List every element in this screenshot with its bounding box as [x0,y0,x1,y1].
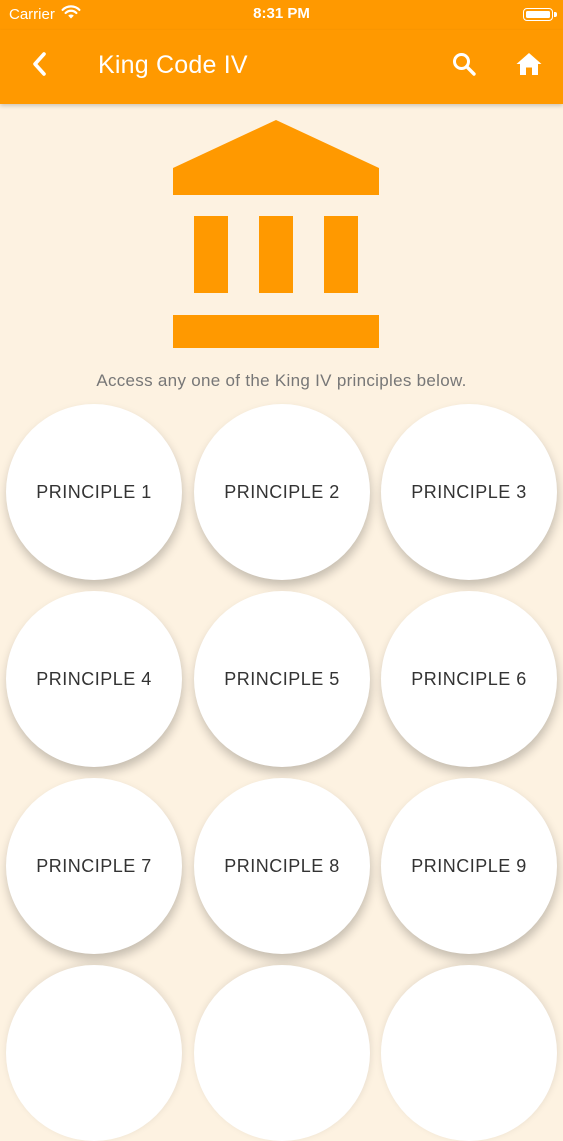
principle-next-row-button[interactable] [381,965,557,1141]
battery-tip [554,12,557,17]
principle-1-button[interactable]: PRINCIPLE 1 [6,404,182,580]
chevron-left-icon [30,51,50,82]
principle-8-button[interactable]: PRINCIPLE 8 [194,778,370,954]
principle-9-button[interactable]: PRINCIPLE 9 [381,778,557,954]
nav-bar: King Code IV [0,30,563,104]
page-title: King Code IV [98,51,248,79]
principle-7-button[interactable]: PRINCIPLE 7 [6,778,182,954]
principle-5-button[interactable]: PRINCIPLE 5 [194,591,370,767]
search-button[interactable] [446,48,482,84]
principle-2-button[interactable]: PRINCIPLE 2 [194,404,370,580]
principle-6-button[interactable]: PRINCIPLE 6 [381,591,557,767]
intro-text: Access any one of the King IV principles… [96,371,467,390]
back-button[interactable] [22,48,58,84]
principle-next-row-button[interactable] [194,965,370,1141]
status-time: 8:31 PM [253,5,310,22]
battery-icon [523,8,553,21]
search-icon [451,51,477,82]
principle-next-row-button[interactable] [6,965,182,1141]
status-bar: Carrier 8:31 PM [0,0,563,30]
principle-3-button[interactable]: PRINCIPLE 3 [381,404,557,580]
principle-4-button[interactable]: PRINCIPLE 4 [6,591,182,767]
home-icon [515,51,543,82]
home-button[interactable] [511,48,547,84]
institution-icon [172,118,380,350]
